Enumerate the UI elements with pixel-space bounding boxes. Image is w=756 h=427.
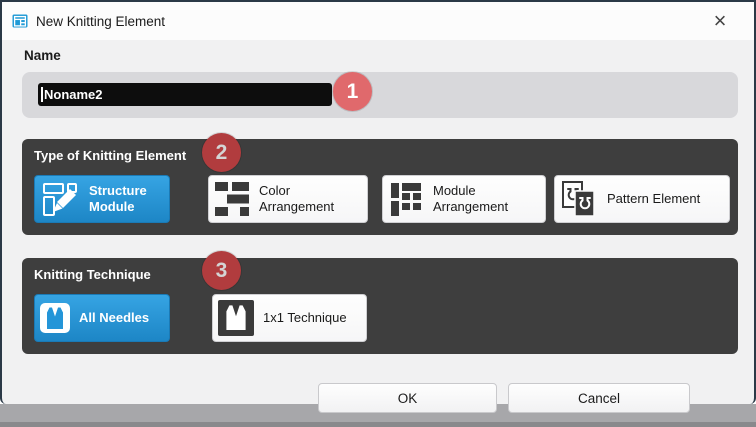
structure-module-icon xyxy=(40,179,80,219)
ok-button[interactable]: OK xyxy=(318,383,497,413)
name-input-value: Noname2 xyxy=(44,87,103,102)
dialog-window: New Knitting Element × Name Noname2 Type… xyxy=(0,0,756,404)
app-icon xyxy=(12,13,28,29)
type-section-label: Type of Knitting Element xyxy=(34,148,186,163)
all-needles-button[interactable]: All Needles xyxy=(34,294,170,342)
name-input[interactable]: Noname2 xyxy=(38,83,332,106)
1x1-technique-button[interactable]: 1x1 Technique xyxy=(212,294,367,342)
technique-button-row: All Needles 1x1 Technique xyxy=(34,294,367,342)
structure-module-button[interactable]: StructureModule xyxy=(34,175,170,223)
knitting-technique-section: Knitting Technique All Needles xyxy=(22,258,738,354)
window-title: New Knitting Element xyxy=(36,14,165,29)
close-icon[interactable]: × xyxy=(704,6,736,36)
cancel-button[interactable]: Cancel xyxy=(508,383,690,413)
pattern-element-button[interactable]: Pattern Element xyxy=(554,175,730,223)
all-needles-icon xyxy=(40,303,70,333)
color-arrangement-button[interactable]: ColorArrangement xyxy=(208,175,368,223)
module-arrangement-button[interactable]: ModuleArrangement xyxy=(382,175,546,223)
new-knitting-element-dialog: New Knitting Element × Name Noname2 Type… xyxy=(0,0,756,427)
annotation-badge-2: 2 xyxy=(202,133,241,172)
type-button-row: StructureModule xyxy=(34,175,730,223)
1x1-technique-icon xyxy=(218,300,254,336)
pattern-element-icon xyxy=(560,180,598,218)
text-caret xyxy=(41,87,43,102)
annotation-badge-3: 3 xyxy=(202,251,241,290)
color-arrangement-icon xyxy=(214,181,250,217)
name-panel: Noname2 xyxy=(22,72,738,118)
technique-section-label: Knitting Technique xyxy=(34,267,151,282)
name-label: Name xyxy=(24,48,61,63)
type-of-knitting-element-section: Type of Knitting Element xyxy=(22,139,738,235)
titlebar: New Knitting Element × xyxy=(2,2,754,40)
annotation-badge-1: 1 xyxy=(333,72,372,111)
module-arrangement-icon xyxy=(388,181,424,217)
